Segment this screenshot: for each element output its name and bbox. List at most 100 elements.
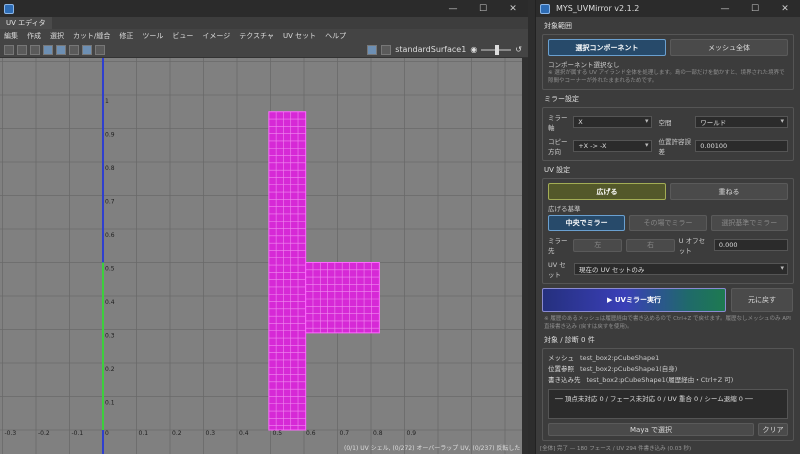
dest-left-button[interactable]: 左 xyxy=(573,238,623,252)
v-tick-label: 0.4 xyxy=(105,299,115,306)
selection-basis-button[interactable]: 選択基準でミラー xyxy=(710,215,788,231)
axis-select[interactable]: X xyxy=(573,116,653,128)
close-icon[interactable]: ✕ xyxy=(770,4,800,14)
menu-help[interactable]: ヘルプ xyxy=(325,31,346,41)
side-mirror-button[interactable]: その場でミラー xyxy=(629,215,707,231)
uv-editor-window: — ☐ ✕ UV エディタ 編集 作成 選択 カット/縫合 修正 ツール ビュー… xyxy=(0,0,528,454)
uvset-label: UV セット xyxy=(548,261,566,279)
checker-icon[interactable] xyxy=(82,44,92,55)
clear-button[interactable]: クリア xyxy=(758,423,788,436)
mirror-title: MYS_UVMirror v2.1.2 xyxy=(556,4,640,13)
maya-app-icon xyxy=(540,3,550,14)
uv-shell[interactable] xyxy=(268,111,307,431)
dest-right-button[interactable]: 右 xyxy=(626,238,675,252)
maya-app-icon xyxy=(4,3,14,14)
component-status: コンポーネント選択なし xyxy=(548,61,620,69)
u-tick-label: -0.3 xyxy=(5,430,17,437)
write-label: 書き込み先 xyxy=(548,376,581,384)
section-uv-header: UV 設定 xyxy=(544,166,571,174)
section-mirror-header: ミラー設定 xyxy=(544,95,579,103)
menu-cut-sew[interactable]: カット/縫合 xyxy=(73,31,110,41)
minimize-icon[interactable]: — xyxy=(710,4,740,14)
v-tick-label: 0.6 xyxy=(105,232,115,239)
copy-direction-select[interactable]: +X -> -X xyxy=(573,140,653,152)
v-tick-label: 0.9 xyxy=(105,132,115,139)
u-tick-label: 0.6 xyxy=(306,430,316,437)
target-note: ※ 選択が属する UV アイランド全体を処理します。島の一部だけを動かすと、境界… xyxy=(548,70,785,84)
expand-basis-label: 広げる基準 xyxy=(548,205,581,213)
v-tick-label: 0.1 xyxy=(105,400,115,407)
section-targets: メッシュ test_box2:pCubeShape1 位置参照 test_box2:… xyxy=(542,348,794,441)
close-icon[interactable]: ✕ xyxy=(498,4,528,14)
tolerance-input[interactable]: 0.00100 xyxy=(695,140,788,152)
mirror-dest-label: ミラー先 xyxy=(548,237,568,255)
display-image-icon[interactable] xyxy=(367,44,378,55)
exposure-slider[interactable] xyxy=(481,44,512,55)
u-tick-label: 0 xyxy=(105,430,109,437)
menu-modify[interactable]: 修正 xyxy=(119,31,133,41)
copy-direction-label: コピー方向 xyxy=(548,138,568,156)
section-target-header: 対象範囲 xyxy=(544,22,572,30)
ref-label: 位置参照 xyxy=(548,365,574,373)
grid-tool-icon[interactable] xyxy=(4,44,14,55)
u-tick-label: 0.4 xyxy=(239,430,249,437)
center-mirror-button[interactable]: 中央でミラー xyxy=(548,215,626,231)
uv-mirror-window: MYS_UVMirror v2.1.2 — ☐ ✕ 対象範囲 選択コンポーネント… xyxy=(535,0,800,454)
write-value: test_box2:pCubeShape1(履歴経由・Ctrl+Z 可) xyxy=(586,376,734,384)
menu-select[interactable]: 選択 xyxy=(50,31,64,41)
surface-dropdown[interactable]: standardSurface1 xyxy=(395,45,466,54)
menu-tools[interactable]: ツール xyxy=(142,31,163,41)
mesh-label: メッシュ xyxy=(548,354,574,362)
texture-border-icon[interactable] xyxy=(69,44,79,55)
menu-edit[interactable]: 編集 xyxy=(4,31,18,41)
u-tick-label: 0.1 xyxy=(139,430,149,437)
uv-viewport[interactable]: -0.3 -0.2 -0.1 0 0.1 0.2 0.3 0.4 0.5 0.6 0.7 0.8 0.9… xyxy=(0,58,522,454)
mesh-all-button[interactable]: メッシュ全体 xyxy=(670,39,788,56)
menu-image[interactable]: イメージ xyxy=(202,31,230,41)
maximize-icon[interactable]: ☐ xyxy=(740,4,770,14)
uv-menubar: 編集 作成 選択 カット/縫合 修正 ツール ビュー イメージ テクスチャ UV… xyxy=(0,29,528,42)
ref-value: test_box2:pCubeShape1(自身) xyxy=(580,365,678,373)
uv-toolbar: standardSurface1 ◉ ↺ xyxy=(0,42,528,58)
checker-pattern-icon[interactable] xyxy=(381,44,392,55)
menu-create[interactable]: 作成 xyxy=(27,31,41,41)
space-select[interactable]: ワールド xyxy=(695,116,788,128)
u-tick-label: -0.2 xyxy=(38,430,50,437)
v-tick-label: 0.3 xyxy=(105,333,115,340)
expand-button[interactable]: 広げる xyxy=(548,183,666,200)
snapshot-icon[interactable] xyxy=(95,44,105,55)
shaded-uv-icon[interactable] xyxy=(43,44,53,55)
v-tick-label: 0.8 xyxy=(105,165,115,172)
u-offset-input[interactable]: 0.000 xyxy=(713,239,788,251)
section-uv: 広げる 重ねる 広げる基準 中央でミラー その場でミラー 選択基準でミラー ミラ… xyxy=(542,178,794,284)
diagnostic-log: ── 頂点未対応 0 / フェース未対応 0 / UV 重合 0 / シーム退縮… xyxy=(548,389,788,419)
menu-view[interactable]: ビュー xyxy=(172,31,193,41)
section-mirror: ミラー軸 X 空間 ワールド コピー方向 +X -> -X 位置許容誤差 0.0… xyxy=(542,107,794,161)
run-mirror-button[interactable]: ▶ UVミラー実行 xyxy=(542,288,726,312)
eye-icon[interactable]: ◉ xyxy=(470,45,477,54)
tab-uv-editor[interactable]: UV エディタ xyxy=(0,17,52,29)
uv-status-text: (0/1) UV シェル, (0/272) オーバーラップ UV, (0/237… xyxy=(344,445,522,452)
overlap-button[interactable]: 重ねる xyxy=(670,183,788,200)
footer-status: [全体] 完了 — 180 フェース / UV 294 件書き込み (0.03 … xyxy=(540,446,692,452)
menu-uvset[interactable]: UV セット xyxy=(283,31,316,41)
revert-button[interactable]: 元に戻す xyxy=(731,288,793,312)
maximize-icon[interactable]: ☐ xyxy=(468,4,498,14)
maya-select-button[interactable]: Maya で選択 xyxy=(548,423,754,436)
image-tool-icon[interactable] xyxy=(30,44,40,55)
reset-icon[interactable]: ↺ xyxy=(515,45,522,54)
layout-tool-icon[interactable] xyxy=(17,44,27,55)
uvset-select[interactable]: 現在の UV セットのみ xyxy=(574,263,788,275)
u-tick-label: 0.7 xyxy=(340,430,350,437)
mirror-titlebar[interactable]: MYS_UVMirror v2.1.2 — ☐ ✕ xyxy=(536,0,800,17)
section-target: 選択コンポーネント メッシュ全体 コンポーネント選択なし ※ 選択が属する UV… xyxy=(542,34,794,90)
v-tick-label: 0.2 xyxy=(105,366,115,373)
menu-texture[interactable]: テクスチャ xyxy=(239,31,274,41)
minimize-icon[interactable]: — xyxy=(438,4,468,14)
uv-shell[interactable] xyxy=(305,262,380,334)
u-tick-label: 0.2 xyxy=(172,430,182,437)
uv-editor-titlebar[interactable]: — ☐ ✕ xyxy=(0,0,528,17)
window-gap xyxy=(528,0,535,454)
selected-component-button[interactable]: 選択コンポーネント xyxy=(548,39,666,56)
wireframe-icon[interactable] xyxy=(56,44,66,55)
